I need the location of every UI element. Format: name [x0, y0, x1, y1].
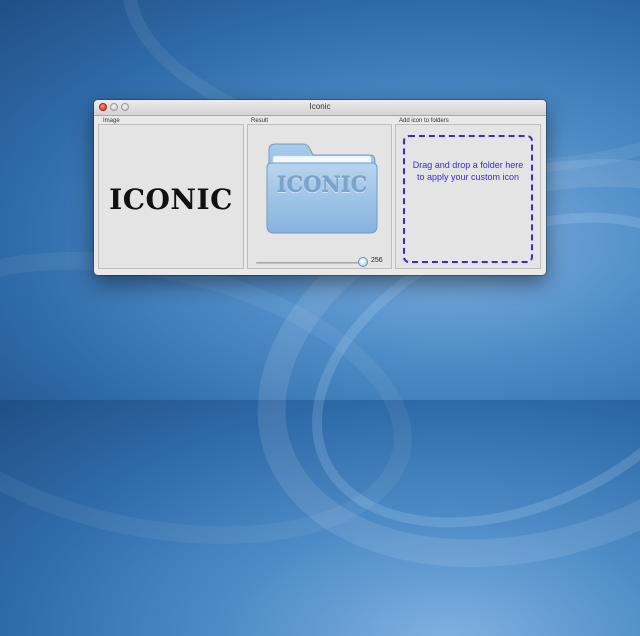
size-value: 256 [371, 257, 383, 264]
window-title: Iconic [309, 102, 331, 111]
drop-instructions: Drag and drop a folder here to apply you… [412, 160, 524, 182]
app-window: Iconic Image Result Add icon to folders … [94, 100, 546, 275]
size-slider-knob[interactable] [358, 257, 368, 267]
title-bar[interactable]: Iconic [94, 100, 546, 116]
size-slider[interactable] [256, 262, 361, 264]
image-well[interactable]: ICONIC [98, 124, 244, 269]
folder-icon[interactable]: ICONIC [259, 130, 385, 238]
drop-zone[interactable]: Drag and drop a folder here to apply you… [403, 135, 533, 263]
folder-overlay-text: ICONIC [276, 172, 368, 197]
add-panel: Drag and drop a folder here to apply you… [395, 124, 541, 269]
source-image-text: ICONIC [109, 183, 233, 216]
result-panel: ICONIC 256 [247, 124, 392, 269]
